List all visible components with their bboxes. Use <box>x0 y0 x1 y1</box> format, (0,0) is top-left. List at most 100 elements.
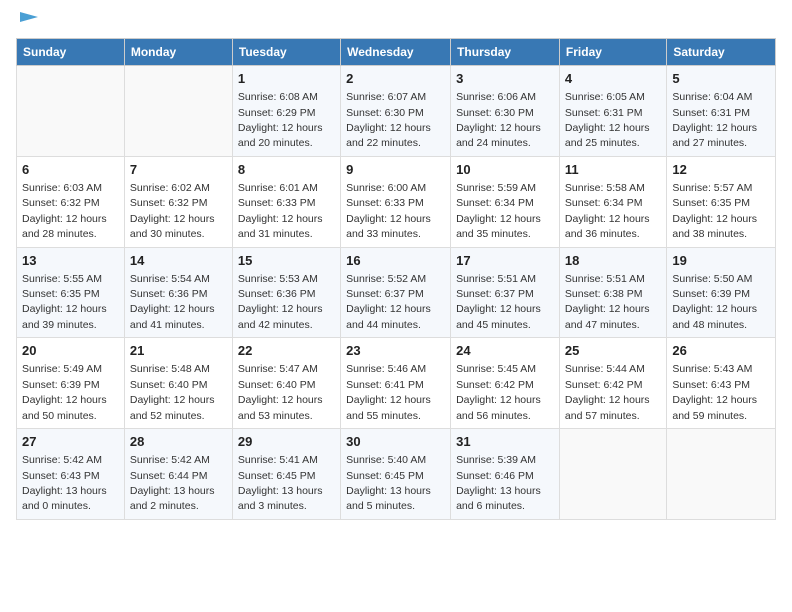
day-number: 11 <box>565 161 661 179</box>
day-info: Sunrise: 5:59 AMSunset: 6:34 PMDaylight:… <box>456 182 541 240</box>
logo <box>16 16 38 26</box>
calendar-cell: 25 Sunrise: 5:44 AMSunset: 6:42 PMDaylig… <box>559 338 666 429</box>
day-info: Sunrise: 5:54 AMSunset: 6:36 PMDaylight:… <box>130 273 215 331</box>
day-info: Sunrise: 6:05 AMSunset: 6:31 PMDaylight:… <box>565 91 650 149</box>
calendar-cell: 18 Sunrise: 5:51 AMSunset: 6:38 PMDaylig… <box>559 247 666 338</box>
day-info: Sunrise: 5:49 AMSunset: 6:39 PMDaylight:… <box>22 363 107 421</box>
day-number: 28 <box>130 433 227 451</box>
day-header-friday: Friday <box>559 39 666 66</box>
day-header-saturday: Saturday <box>667 39 776 66</box>
day-info: Sunrise: 5:52 AMSunset: 6:37 PMDaylight:… <box>346 273 431 331</box>
day-number: 30 <box>346 433 445 451</box>
calendar-cell: 22 Sunrise: 5:47 AMSunset: 6:40 PMDaylig… <box>232 338 340 429</box>
day-info: Sunrise: 5:48 AMSunset: 6:40 PMDaylight:… <box>130 363 215 421</box>
calendar-cell: 27 Sunrise: 5:42 AMSunset: 6:43 PMDaylig… <box>17 429 125 520</box>
day-number: 8 <box>238 161 335 179</box>
day-info: Sunrise: 6:02 AMSunset: 6:32 PMDaylight:… <box>130 182 215 240</box>
day-number: 20 <box>22 342 119 360</box>
calendar-cell: 31 Sunrise: 5:39 AMSunset: 6:46 PMDaylig… <box>451 429 560 520</box>
day-info: Sunrise: 5:51 AMSunset: 6:37 PMDaylight:… <box>456 273 541 331</box>
day-info: Sunrise: 5:51 AMSunset: 6:38 PMDaylight:… <box>565 273 650 331</box>
day-number: 27 <box>22 433 119 451</box>
calendar-cell: 14 Sunrise: 5:54 AMSunset: 6:36 PMDaylig… <box>124 247 232 338</box>
calendar-cell: 9 Sunrise: 6:00 AMSunset: 6:33 PMDayligh… <box>341 156 451 247</box>
day-number: 1 <box>238 70 335 88</box>
day-number: 5 <box>672 70 770 88</box>
calendar-cell: 17 Sunrise: 5:51 AMSunset: 6:37 PMDaylig… <box>451 247 560 338</box>
day-number: 24 <box>456 342 554 360</box>
day-number: 2 <box>346 70 445 88</box>
day-number: 9 <box>346 161 445 179</box>
day-header-sunday: Sunday <box>17 39 125 66</box>
day-number: 10 <box>456 161 554 179</box>
day-number: 12 <box>672 161 770 179</box>
day-number: 31 <box>456 433 554 451</box>
calendar-cell: 28 Sunrise: 5:42 AMSunset: 6:44 PMDaylig… <box>124 429 232 520</box>
calendar-cell: 5 Sunrise: 6:04 AMSunset: 6:31 PMDayligh… <box>667 66 776 157</box>
day-info: Sunrise: 5:47 AMSunset: 6:40 PMDaylight:… <box>238 363 323 421</box>
calendar-cell: 3 Sunrise: 6:06 AMSunset: 6:30 PMDayligh… <box>451 66 560 157</box>
day-number: 23 <box>346 342 445 360</box>
day-number: 17 <box>456 252 554 270</box>
calendar-table: SundayMondayTuesdayWednesdayThursdayFrid… <box>16 38 776 520</box>
day-number: 4 <box>565 70 661 88</box>
calendar-cell: 7 Sunrise: 6:02 AMSunset: 6:32 PMDayligh… <box>124 156 232 247</box>
day-header-wednesday: Wednesday <box>341 39 451 66</box>
day-info: Sunrise: 5:43 AMSunset: 6:43 PMDaylight:… <box>672 363 757 421</box>
day-info: Sunrise: 5:39 AMSunset: 6:46 PMDaylight:… <box>456 454 541 512</box>
day-number: 29 <box>238 433 335 451</box>
logo-flag-icon <box>20 12 38 26</box>
day-header-tuesday: Tuesday <box>232 39 340 66</box>
day-info: Sunrise: 5:42 AMSunset: 6:43 PMDaylight:… <box>22 454 107 512</box>
day-info: Sunrise: 6:06 AMSunset: 6:30 PMDaylight:… <box>456 91 541 149</box>
calendar-cell: 12 Sunrise: 5:57 AMSunset: 6:35 PMDaylig… <box>667 156 776 247</box>
calendar-cell: 8 Sunrise: 6:01 AMSunset: 6:33 PMDayligh… <box>232 156 340 247</box>
calendar-cell: 30 Sunrise: 5:40 AMSunset: 6:45 PMDaylig… <box>341 429 451 520</box>
day-number: 21 <box>130 342 227 360</box>
day-header-monday: Monday <box>124 39 232 66</box>
day-info: Sunrise: 6:00 AMSunset: 6:33 PMDaylight:… <box>346 182 431 240</box>
calendar-cell: 16 Sunrise: 5:52 AMSunset: 6:37 PMDaylig… <box>341 247 451 338</box>
calendar-cell <box>17 66 125 157</box>
day-number: 22 <box>238 342 335 360</box>
day-number: 13 <box>22 252 119 270</box>
calendar-cell: 24 Sunrise: 5:45 AMSunset: 6:42 PMDaylig… <box>451 338 560 429</box>
calendar-cell: 11 Sunrise: 5:58 AMSunset: 6:34 PMDaylig… <box>559 156 666 247</box>
day-number: 6 <box>22 161 119 179</box>
calendar-cell: 1 Sunrise: 6:08 AMSunset: 6:29 PMDayligh… <box>232 66 340 157</box>
day-number: 3 <box>456 70 554 88</box>
calendar-cell: 2 Sunrise: 6:07 AMSunset: 6:30 PMDayligh… <box>341 66 451 157</box>
day-number: 15 <box>238 252 335 270</box>
calendar-cell: 23 Sunrise: 5:46 AMSunset: 6:41 PMDaylig… <box>341 338 451 429</box>
day-info: Sunrise: 5:53 AMSunset: 6:36 PMDaylight:… <box>238 273 323 331</box>
day-info: Sunrise: 5:46 AMSunset: 6:41 PMDaylight:… <box>346 363 431 421</box>
calendar-cell: 6 Sunrise: 6:03 AMSunset: 6:32 PMDayligh… <box>17 156 125 247</box>
calendar-cell <box>124 66 232 157</box>
day-info: Sunrise: 5:44 AMSunset: 6:42 PMDaylight:… <box>565 363 650 421</box>
calendar-cell: 29 Sunrise: 5:41 AMSunset: 6:45 PMDaylig… <box>232 429 340 520</box>
day-info: Sunrise: 6:04 AMSunset: 6:31 PMDaylight:… <box>672 91 757 149</box>
page-header <box>16 16 776 26</box>
calendar-cell: 10 Sunrise: 5:59 AMSunset: 6:34 PMDaylig… <box>451 156 560 247</box>
day-number: 26 <box>672 342 770 360</box>
calendar-cell <box>667 429 776 520</box>
day-info: Sunrise: 6:01 AMSunset: 6:33 PMDaylight:… <box>238 182 323 240</box>
day-info: Sunrise: 5:45 AMSunset: 6:42 PMDaylight:… <box>456 363 541 421</box>
day-info: Sunrise: 5:41 AMSunset: 6:45 PMDaylight:… <box>238 454 323 512</box>
day-number: 25 <box>565 342 661 360</box>
day-info: Sunrise: 5:57 AMSunset: 6:35 PMDaylight:… <box>672 182 757 240</box>
calendar-cell: 19 Sunrise: 5:50 AMSunset: 6:39 PMDaylig… <box>667 247 776 338</box>
day-info: Sunrise: 5:55 AMSunset: 6:35 PMDaylight:… <box>22 273 107 331</box>
day-number: 16 <box>346 252 445 270</box>
day-header-thursday: Thursday <box>451 39 560 66</box>
day-number: 18 <box>565 252 661 270</box>
day-info: Sunrise: 6:08 AMSunset: 6:29 PMDaylight:… <box>238 91 323 149</box>
day-info: Sunrise: 5:42 AMSunset: 6:44 PMDaylight:… <box>130 454 215 512</box>
day-info: Sunrise: 6:03 AMSunset: 6:32 PMDaylight:… <box>22 182 107 240</box>
calendar-cell <box>559 429 666 520</box>
calendar-cell: 13 Sunrise: 5:55 AMSunset: 6:35 PMDaylig… <box>17 247 125 338</box>
calendar-cell: 20 Sunrise: 5:49 AMSunset: 6:39 PMDaylig… <box>17 338 125 429</box>
day-info: Sunrise: 5:58 AMSunset: 6:34 PMDaylight:… <box>565 182 650 240</box>
calendar-cell: 21 Sunrise: 5:48 AMSunset: 6:40 PMDaylig… <box>124 338 232 429</box>
day-info: Sunrise: 5:50 AMSunset: 6:39 PMDaylight:… <box>672 273 757 331</box>
